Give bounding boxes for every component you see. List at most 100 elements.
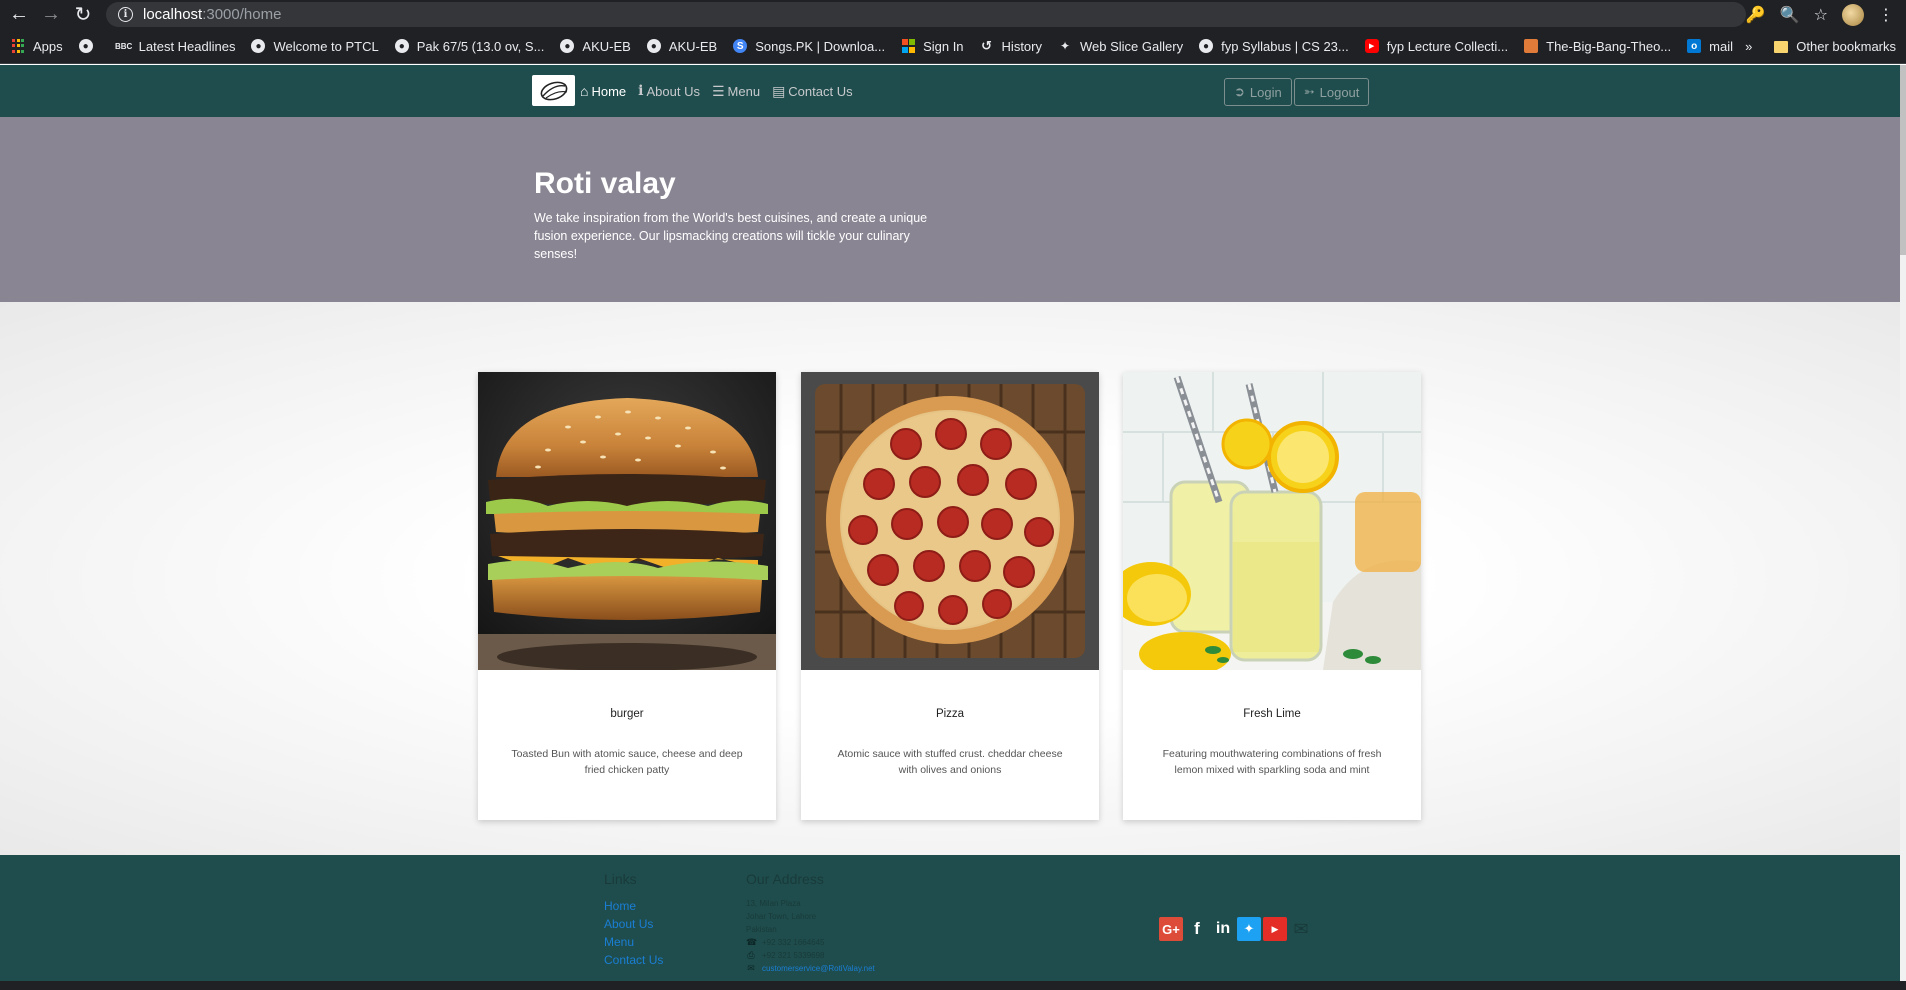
lime-drink-image bbox=[1123, 372, 1421, 670]
sign-out-icon: ➳ bbox=[1303, 84, 1315, 99]
bookmark-fyp-syllabus[interactable]: ● fyp Syllabus | CS 23... bbox=[1199, 39, 1349, 54]
bookmark-latest-headlines[interactable]: BBC Latest Headlines bbox=[114, 39, 236, 54]
social-buttons: G+ f in ✦ ▶ ✉ bbox=[1159, 917, 1313, 941]
zoom-icon[interactable]: 🔍 bbox=[1780, 5, 1800, 25]
address-line: Pakistan bbox=[746, 925, 777, 934]
url-host: localhost bbox=[143, 6, 203, 23]
globe-icon: ● bbox=[78, 39, 93, 53]
site-navbar: ⌂ Home i About Us ☰ Menu ▤ Contact Us ➲ Login… bbox=[0, 65, 1900, 117]
pizza-image bbox=[801, 372, 1099, 670]
scrollbar-thumb[interactable] bbox=[1900, 65, 1906, 255]
twitter-icon[interactable]: ✦ bbox=[1237, 917, 1261, 941]
youtube-icon[interactable]: ▶ bbox=[1263, 917, 1287, 941]
email-row: ✉ customerservice@RotiValay.net bbox=[746, 962, 875, 975]
back-button[interactable]: ← bbox=[4, 0, 34, 29]
outlook-icon: o bbox=[1687, 39, 1702, 53]
kebab-menu-icon[interactable]: ⋮ bbox=[1878, 5, 1894, 25]
nav-about[interactable]: i About Us bbox=[638, 83, 700, 99]
star-icon[interactable]: ☆ bbox=[1814, 5, 1828, 25]
nav-home[interactable]: ⌂ Home bbox=[580, 83, 626, 99]
card-title: burger bbox=[610, 708, 644, 720]
address-bar[interactable]: i localhost:3000/home bbox=[106, 2, 1746, 27]
bookmarks-overflow: » Other bookmarks bbox=[1737, 29, 1896, 63]
card-description: Toasted Bun with atomic sauce, cheese an… bbox=[511, 748, 743, 776]
card-pizza[interactable]: Pizza Atomic sauce with stuffed crust. c… bbox=[801, 372, 1099, 820]
url-path: :3000/home bbox=[202, 6, 282, 23]
bookmark-apps[interactable]: Apps bbox=[11, 39, 63, 54]
facebook-icon[interactable]: f bbox=[1185, 917, 1209, 941]
auth-buttons: ➲ Login ➳ Logout bbox=[1224, 78, 1370, 106]
list-icon: ☰ bbox=[711, 82, 725, 99]
bookmark-aku-eb-2[interactable]: ● AKU-EB bbox=[646, 39, 717, 54]
burger-image bbox=[478, 372, 776, 670]
address-line: Johar Town, Lahore bbox=[746, 912, 817, 921]
footer-link-home[interactable]: Home bbox=[604, 897, 663, 915]
site-info-icon[interactable]: i bbox=[118, 7, 133, 22]
info-icon: i bbox=[638, 83, 644, 99]
bookmark-history[interactable]: ↺ History bbox=[980, 38, 1042, 54]
toolbar-actions: 🔑 🔍 ☆ ⋮ bbox=[1746, 0, 1894, 29]
brand-logo[interactable] bbox=[532, 75, 575, 106]
footer-link-menu[interactable]: Menu bbox=[604, 933, 663, 951]
links-heading: Links bbox=[604, 871, 637, 887]
tbbt-icon bbox=[1524, 39, 1539, 53]
address-line: 13, Milan Plaza bbox=[746, 899, 801, 908]
footer-link-contact[interactable]: Contact Us bbox=[604, 951, 663, 969]
reload-button[interactable]: ↻ bbox=[68, 0, 98, 29]
envelope-icon: ✉ bbox=[747, 963, 755, 973]
globe-icon: ● bbox=[1199, 39, 1214, 53]
nav-links: ⌂ Home i About Us ☰ Menu ▤ Contact Us bbox=[580, 65, 853, 117]
globe-icon: ● bbox=[560, 39, 575, 53]
hero-title: Roti valay bbox=[534, 167, 676, 200]
globe-icon: ● bbox=[251, 39, 266, 53]
fax-row: ⎙ +92 321 5339698 bbox=[747, 950, 825, 960]
profile-avatar[interactable] bbox=[1842, 3, 1864, 26]
history-icon: ↺ bbox=[981, 38, 992, 53]
bookmark-ptcl[interactable]: ● Welcome to PTCL bbox=[251, 39, 379, 54]
card-fresh-lime[interactable]: Fresh Lime Featuring mouthwatering combi… bbox=[1123, 372, 1421, 820]
browser-toolbar: ← → ↻ i localhost:3000/home 🔑 🔍 ☆ ⋮ bbox=[0, 0, 1906, 29]
footer-link-about[interactable]: About Us bbox=[604, 915, 663, 933]
bookmark-fyp-lecture[interactable]: ▶ fyp Lecture Collecti... bbox=[1364, 39, 1508, 54]
card-title: Pizza bbox=[935, 708, 965, 720]
bookmark-big-bang[interactable]: The-Big-Bang-Theo... bbox=[1524, 39, 1671, 54]
address-block: 13, Milan Plaza Johar Town, Lahore Pakis… bbox=[746, 897, 875, 975]
bookmarks-bar: Apps ● BBC Latest Headlines ● Welcome to P… bbox=[0, 29, 1906, 64]
google-plus-icon[interactable]: G+ bbox=[1159, 917, 1183, 941]
footer-links: Home About Us Menu Contact Us bbox=[604, 897, 663, 969]
email-link[interactable]: customerservice@RotiValay.net bbox=[762, 962, 875, 975]
bbc-icon: BBC bbox=[114, 41, 133, 51]
bookmark-web-slice[interactable]: ✦ Web Slice Gallery bbox=[1058, 39, 1183, 54]
mail-icon[interactable]: ✉ bbox=[1289, 917, 1313, 941]
home-icon: ⌂ bbox=[580, 83, 589, 99]
web-slice-icon: ✦ bbox=[1059, 39, 1071, 53]
forward-button[interactable]: → bbox=[36, 0, 66, 29]
card-title: Fresh Lime bbox=[1243, 708, 1301, 720]
window-bottom-edge bbox=[0, 981, 1906, 990]
globe-icon: ● bbox=[646, 39, 661, 53]
key-icon[interactable]: 🔑 bbox=[1746, 5, 1766, 25]
bookmark-aku-eb-1[interactable]: ● AKU-EB bbox=[560, 39, 631, 54]
other-bookmarks[interactable]: Other bookmarks bbox=[1774, 39, 1896, 54]
logout-button[interactable]: ➳ Logout bbox=[1293, 78, 1370, 106]
nav-contact[interactable]: ▤ Contact Us bbox=[772, 83, 853, 100]
bookmark-sign-in[interactable]: Sign In bbox=[901, 39, 964, 54]
linkedin-icon[interactable]: in bbox=[1211, 917, 1235, 941]
hero-text: We take inspiration from the World's bes… bbox=[534, 211, 928, 261]
page-scrollbar[interactable] bbox=[1900, 65, 1906, 981]
sign-in-icon: ➲ bbox=[1234, 84, 1245, 99]
songs-icon: S bbox=[733, 39, 748, 53]
card-burger[interactable]: burger Toasted Bun with atomic sauce, ch… bbox=[478, 372, 776, 820]
bookmark-songs-pk[interactable]: S Songs.PK | Downloa... bbox=[733, 39, 885, 54]
more-bookmarks-button[interactable]: » bbox=[1745, 39, 1752, 54]
youtube-icon: ▶ bbox=[1364, 39, 1379, 53]
logo-icon bbox=[540, 81, 567, 100]
nav-menu[interactable]: ☰ Menu bbox=[712, 83, 760, 100]
login-button[interactable]: ➲ Login bbox=[1224, 78, 1292, 106]
bookmark-pak-score[interactable]: ● Pak 67/5 (13.0 ov, S... bbox=[394, 39, 544, 54]
card-description: Featuring mouthwatering combinations of … bbox=[1162, 748, 1382, 776]
address-heading: Our Address bbox=[746, 871, 824, 887]
bookmark-globe[interactable]: ● bbox=[78, 39, 101, 53]
hero-jumbotron: Roti valay We take inspiration from the … bbox=[0, 117, 1900, 302]
site-footer: Links Home About Us Menu Contact Us Our … bbox=[0, 855, 1900, 981]
